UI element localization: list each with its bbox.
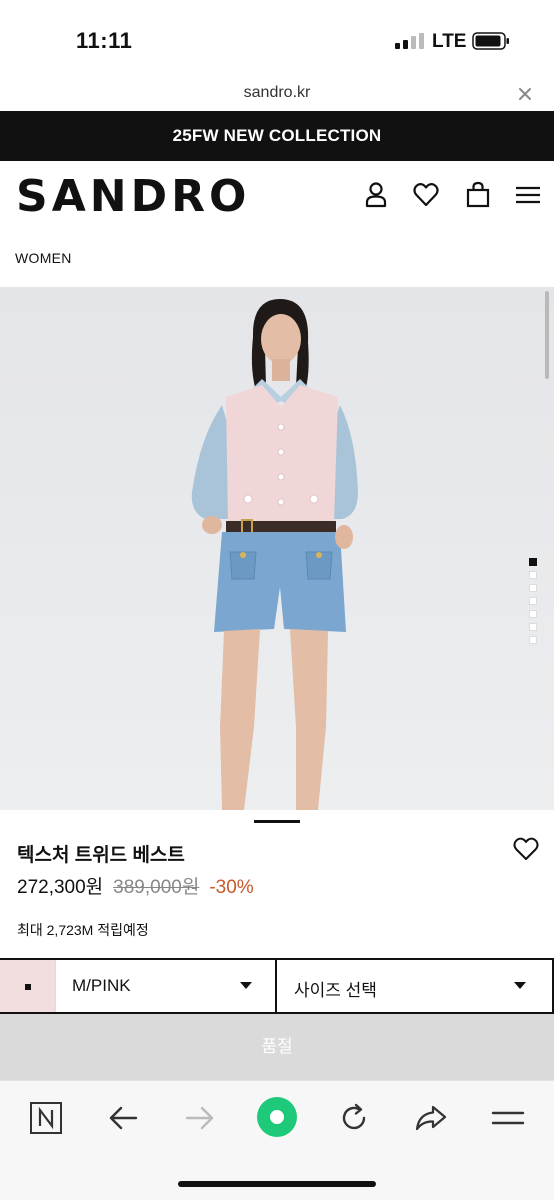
share-icon[interactable] bbox=[414, 1101, 448, 1135]
price-row: 272,300원 389,000원 -30% bbox=[17, 872, 254, 899]
gallery-dot[interactable] bbox=[529, 558, 537, 566]
wishlist-heart-icon[interactable] bbox=[513, 837, 539, 861]
account-icon[interactable] bbox=[363, 181, 389, 209]
gallery-pagination bbox=[529, 558, 537, 649]
heart-icon[interactable] bbox=[413, 181, 439, 209]
url-bar[interactable]: sandro.kr bbox=[0, 78, 554, 111]
sale-price: 272,300원 bbox=[17, 877, 104, 898]
original-price: 389,000원 bbox=[113, 877, 200, 898]
network-label: LTE bbox=[432, 31, 467, 52]
gallery-dot[interactable] bbox=[529, 610, 537, 618]
promo-banner[interactable]: 25FW NEW COLLECTION bbox=[0, 111, 554, 161]
gallery-dot[interactable] bbox=[529, 584, 537, 592]
brand-logo[interactable]: SANDRO bbox=[16, 171, 250, 222]
shopping-bag-icon[interactable] bbox=[465, 181, 491, 209]
site-header: SANDRO bbox=[0, 161, 554, 233]
gallery-dot[interactable] bbox=[529, 597, 537, 605]
home-green-icon[interactable] bbox=[256, 1096, 298, 1138]
product-name: 텍스처 트위드 베스트 bbox=[17, 845, 185, 866]
color-dropdown[interactable]: M/PINK bbox=[56, 960, 277, 1012]
model-photo bbox=[0, 287, 554, 810]
color-value: M/PINK bbox=[72, 976, 131, 995]
page-scrollbar[interactable] bbox=[545, 291, 549, 379]
gallery-dot[interactable] bbox=[529, 636, 537, 644]
naver-icon[interactable] bbox=[29, 1101, 63, 1135]
chevron-down-icon bbox=[514, 982, 526, 989]
product-image[interactable] bbox=[0, 287, 554, 810]
chevron-down-icon bbox=[240, 982, 252, 989]
battery-icon bbox=[472, 32, 509, 50]
gallery-dot[interactable] bbox=[529, 571, 537, 579]
swatch-marker bbox=[25, 984, 31, 990]
signal-icon bbox=[395, 33, 424, 49]
forward-arrow-icon[interactable] bbox=[183, 1101, 217, 1135]
menu-icon[interactable] bbox=[491, 1101, 525, 1135]
hamburger-menu-icon[interactable] bbox=[515, 181, 541, 209]
status-time: 11:11 bbox=[76, 28, 133, 53]
carousel-indicator bbox=[254, 820, 300, 823]
url-text[interactable]: sandro.kr bbox=[0, 84, 554, 102]
back-arrow-icon[interactable] bbox=[106, 1101, 140, 1135]
refresh-icon[interactable] bbox=[337, 1101, 371, 1135]
breadcrumb[interactable]: WOMEN bbox=[15, 250, 72, 266]
size-placeholder: 사이즈 선택 bbox=[294, 981, 377, 1000]
gallery-dot[interactable] bbox=[529, 623, 537, 631]
size-dropdown[interactable]: 사이즈 선택 bbox=[278, 960, 554, 1012]
color-swatch[interactable] bbox=[0, 960, 56, 1012]
option-selectors: M/PINK 사이즈 선택 bbox=[0, 958, 554, 1014]
soldout-button[interactable]: 품절 bbox=[0, 1014, 554, 1080]
home-indicator bbox=[178, 1181, 376, 1187]
close-icon[interactable] bbox=[515, 84, 535, 104]
status-bar: 11:11 LTE bbox=[0, 0, 554, 78]
discount-rate: -30% bbox=[209, 877, 254, 898]
reward-points: 최대 2,723M 적립예정 bbox=[17, 922, 149, 938]
